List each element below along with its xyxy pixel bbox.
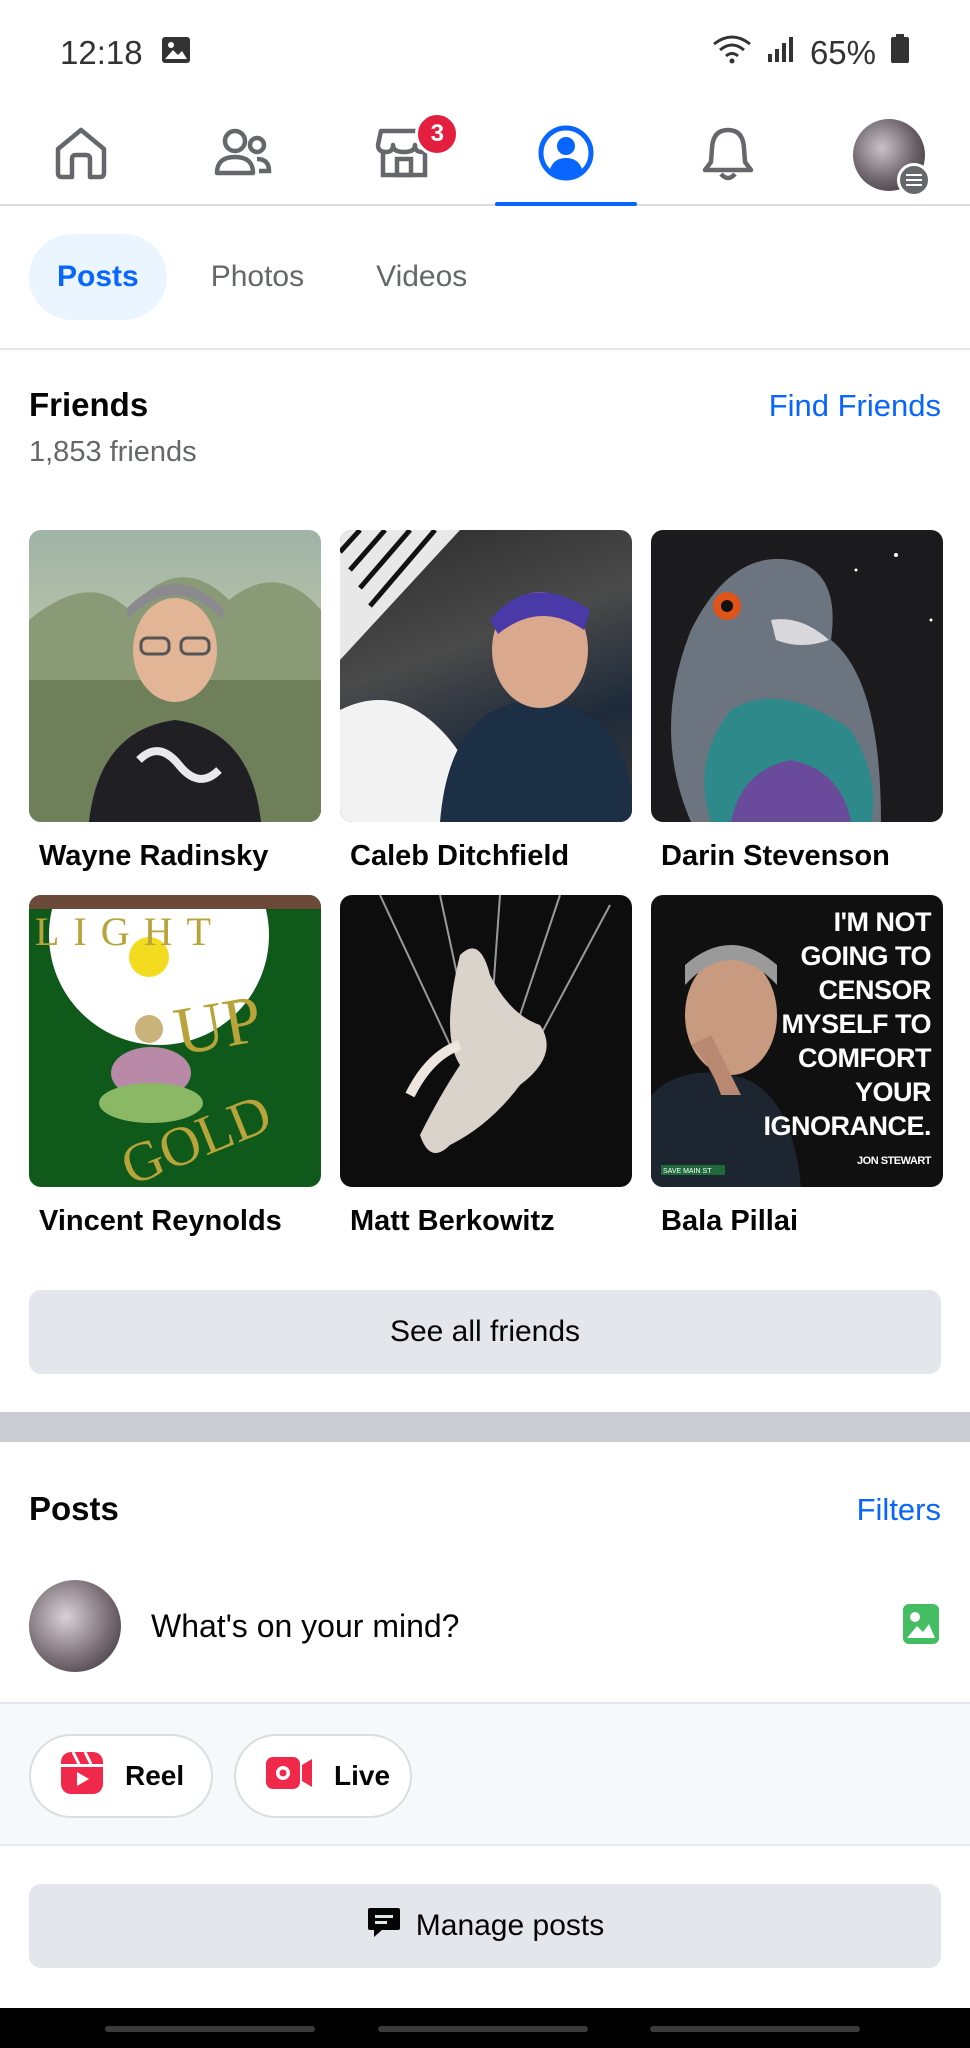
- nav-marketplace[interactable]: 3: [323, 106, 485, 204]
- manage-posts-button[interactable]: Manage posts: [29, 1884, 941, 1968]
- friend-card[interactable]: Matt Berkowitz: [340, 895, 632, 1260]
- friend-photo[interactable]: SAVE MAIN ST I'M NOT GOING TO CENSOR MYS…: [651, 895, 943, 1187]
- friend-photo[interactable]: [340, 895, 632, 1187]
- filters-link[interactable]: Filters: [857, 1492, 941, 1528]
- status-bar: 12:18 65%: [0, 0, 970, 106]
- nav-friends[interactable]: [162, 106, 324, 204]
- nav-notifications[interactable]: [647, 106, 809, 204]
- friend-name[interactable]: Wayne Radinsky: [29, 840, 321, 873]
- friends-count: 1,853 friends: [29, 436, 197, 468]
- menu-lines-icon: [897, 163, 932, 197]
- gallery-icon: [161, 34, 191, 72]
- reel-icon: [59, 1750, 105, 1803]
- posts-heading: Posts: [29, 1490, 119, 1527]
- wifi-icon: [712, 34, 752, 72]
- create-actions: Reel Live: [0, 1702, 970, 1846]
- friend-name[interactable]: Matt Berkowitz: [340, 1205, 632, 1238]
- battery-percent: 65%: [809, 34, 876, 71]
- see-all-friends-button[interactable]: See all friends: [29, 1290, 941, 1374]
- live-label: Live: [334, 1760, 391, 1791]
- gesture-bar: [0, 2008, 970, 2048]
- svg-text:LIGHT: LIGHT: [35, 909, 225, 954]
- friend-card[interactable]: Darin Stevenson: [651, 530, 943, 895]
- home-icon: [52, 125, 110, 186]
- tab-photos[interactable]: Photos: [183, 234, 332, 320]
- profile-tabs: Posts Photos Videos: [29, 234, 495, 320]
- find-friends-link[interactable]: Find Friends: [769, 388, 941, 424]
- quote-text: I'M NOT GOING TO CENSOR MYSELF TO COMFOR…: [763, 905, 931, 1173]
- tab-posts[interactable]: Posts: [29, 234, 167, 320]
- profile-icon: [537, 124, 595, 187]
- composer-placeholder[interactable]: What's on your mind?: [151, 1608, 901, 1645]
- friend-photo[interactable]: [29, 530, 321, 822]
- nav-home[interactable]: [0, 106, 162, 204]
- friend-card[interactable]: SAVE MAIN ST I'M NOT GOING TO CENSOR MYS…: [651, 895, 943, 1260]
- reel-button[interactable]: Reel: [29, 1734, 213, 1818]
- friends-grid: Wayne Radinsky Caleb Ditchfield Darin St…: [29, 530, 944, 1260]
- friend-card[interactable]: Wayne Radinsky: [29, 530, 321, 895]
- signal-icon: [766, 34, 796, 72]
- status-left: 12:18: [60, 34, 191, 72]
- battery-icon: [890, 34, 910, 72]
- chat-bubble-icon: [366, 1904, 402, 1948]
- top-nav: 3: [0, 106, 970, 206]
- live-button[interactable]: Live: [234, 1734, 412, 1818]
- section-divider: [0, 1412, 970, 1442]
- friend-card[interactable]: LIGHT UP GOLD Vincent Reynolds: [29, 895, 321, 1260]
- photo-icon[interactable]: [901, 1602, 941, 1651]
- friend-photo[interactable]: [340, 530, 632, 822]
- divider: [0, 348, 970, 350]
- bell-icon: [701, 124, 755, 187]
- nav-profile[interactable]: [485, 106, 647, 206]
- avatar-menu-icon: [853, 119, 932, 197]
- live-video-icon: [264, 1755, 314, 1798]
- friend-photo[interactable]: LIGHT UP GOLD: [29, 895, 321, 1187]
- light-up-gold-logo: LIGHT UP GOLD: [29, 895, 321, 1187]
- svg-text:UP: UP: [168, 980, 267, 1070]
- quote-attribution: JON STEWART: [857, 1155, 931, 1167]
- status-right: 65%: [712, 34, 910, 72]
- friend-name[interactable]: Darin Stevenson: [651, 840, 943, 873]
- nav-menu[interactable]: [808, 106, 970, 204]
- friend-name[interactable]: Caleb Ditchfield: [340, 840, 632, 873]
- clock: 12:18: [60, 34, 143, 71]
- friends-icon: [213, 127, 273, 184]
- friend-card[interactable]: Caleb Ditchfield: [340, 530, 632, 895]
- post-composer[interactable]: What's on your mind?: [29, 1580, 941, 1672]
- friends-heading: Friends: [29, 386, 149, 423]
- manage-posts-label: Manage posts: [415, 1909, 605, 1942]
- save-main-st-sign: SAVE MAIN ST: [663, 1168, 712, 1175]
- friend-name[interactable]: Bala Pillai: [651, 1205, 943, 1238]
- reel-label: Reel: [125, 1760, 185, 1791]
- marketplace-badge: 3: [415, 112, 460, 156]
- friend-name[interactable]: Vincent Reynolds: [29, 1205, 321, 1238]
- friend-photo[interactable]: [651, 530, 943, 822]
- tab-videos[interactable]: Videos: [348, 234, 495, 320]
- avatar[interactable]: [29, 1580, 121, 1672]
